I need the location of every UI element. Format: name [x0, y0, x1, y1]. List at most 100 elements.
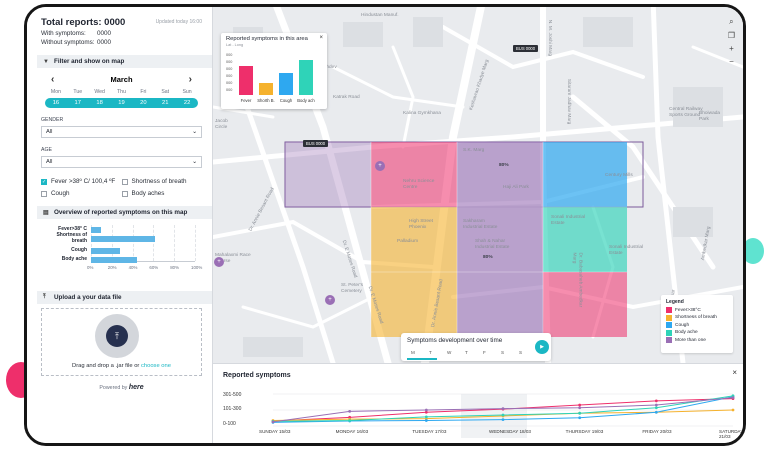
date-cell[interactable]: 20	[132, 100, 154, 106]
legend-item: Fever>38°C	[666, 307, 728, 313]
layers-icon[interactable]: ❐	[728, 31, 735, 40]
data-point[interactable]	[271, 420, 275, 424]
data-point[interactable]	[654, 399, 658, 403]
upload-section-header: ⤒ Upload a your data file	[37, 291, 212, 304]
file-dropzone[interactable]: ⤒ Drag and drop a .jar file or choose on…	[41, 308, 202, 376]
data-point[interactable]	[654, 406, 658, 410]
place-label: Central Railway Sports Ground	[669, 107, 703, 118]
play-icon[interactable]: ▶	[535, 340, 549, 354]
map-view[interactable]: S.K. Marg Dr. E Moses Road Dr. E Moses R…	[213, 7, 743, 363]
without-symptoms-row: Without symptoms: 0000	[41, 39, 202, 46]
powered-by: Powered by here	[41, 384, 202, 391]
checkbox-icon	[121, 179, 128, 185]
data-point[interactable]	[501, 413, 505, 417]
data-point[interactable]	[501, 407, 505, 411]
symptom-checkbox-body-aches[interactable]: Body aches	[121, 190, 203, 197]
symptom-checkbox-shortness[interactable]: Shortness of breath	[121, 178, 203, 185]
bus-stop-badge[interactable]: BUS 0000	[513, 45, 539, 52]
development-title: Symptoms development over time	[407, 337, 503, 344]
legend-swatch	[666, 314, 672, 321]
map-marker-icon[interactable]: +	[325, 295, 335, 305]
data-point[interactable]	[654, 410, 658, 414]
street-label: N. M. Joshi Marg	[546, 19, 552, 57]
upload-arrow-icon: ⤒	[106, 325, 128, 347]
place-label: Sonali Industrial Estate	[609, 245, 644, 256]
data-point[interactable]	[578, 403, 582, 407]
close-icon[interactable]: ×	[319, 35, 323, 41]
data-point[interactable]	[731, 408, 735, 412]
symptom-checkbox-fever[interactable]: ✓ Fever >38º C/ 100,4 ºF	[41, 178, 122, 185]
age-select[interactable]: All ⌄	[41, 156, 202, 168]
gender-select[interactable]: All ⌄	[41, 126, 202, 138]
zoom-in-icon[interactable]: +	[729, 44, 734, 53]
gender-value: All	[46, 129, 53, 135]
data-point[interactable]	[578, 411, 582, 415]
prev-month-icon[interactable]: ‹	[51, 74, 54, 85]
here-logo: here	[128, 384, 144, 391]
timeline-day[interactable]: W	[447, 350, 451, 355]
symptom-checkbox-cough[interactable]: Cough	[41, 190, 122, 197]
street-label: Sitaram Jadhav Marg	[565, 78, 571, 125]
area-symptoms-popup: Reported symptoms in this area Lat - Lon…	[221, 33, 327, 109]
data-point[interactable]	[731, 396, 735, 400]
dropzone-text: Drag and drop a .jar file or choose one	[42, 363, 201, 369]
popup-ytick: 000	[226, 67, 233, 71]
x-tick-label: 40%	[128, 265, 138, 270]
legend-title: Legend	[666, 299, 684, 305]
data-point[interactable]	[348, 419, 352, 422]
popup-bar-label: Cough	[279, 98, 293, 103]
checkbox-checked-icon: ✓	[41, 179, 47, 185]
legend-item: Body ache	[666, 329, 728, 336]
popup-ytick: 000	[226, 74, 233, 78]
date-cell[interactable]: 18	[89, 100, 111, 106]
chart-icon: ▤	[43, 210, 49, 216]
upload-circle[interactable]: ⤒	[95, 314, 139, 358]
legend-swatch	[666, 307, 672, 313]
date-cell[interactable]: 17	[67, 100, 89, 106]
data-point[interactable]	[424, 419, 428, 422]
date-cell[interactable]: 19	[111, 100, 133, 106]
x-tick-label: WEDNESDAY 18/03	[489, 429, 531, 434]
x-tick-label: THURSDAY 19/03	[565, 429, 604, 434]
date-cell[interactable]: 21	[154, 100, 176, 106]
data-point[interactable]	[424, 415, 428, 419]
symptoms-development-panel: Symptoms development over time M T W T F…	[401, 333, 551, 361]
search-icon[interactable]: ⌕	[729, 17, 733, 27]
data-point[interactable]	[501, 418, 505, 421]
timeline-day[interactable]: F	[483, 350, 486, 355]
data-point[interactable]	[578, 416, 582, 420]
date-cell[interactable]: 16	[45, 100, 67, 106]
category-label: Body ache	[61, 256, 87, 262]
timeline-day[interactable]: S	[519, 350, 522, 355]
popup-bar-label: Fever	[240, 98, 252, 103]
data-point[interactable]	[424, 408, 428, 412]
device-frame: Total reports: 0000 Updated today 16:00 …	[24, 4, 746, 446]
popup-ytick: 000	[226, 53, 233, 57]
popup-ytick: 000	[226, 88, 233, 92]
without-symptoms-value: 0000	[97, 39, 112, 46]
data-point[interactable]	[348, 409, 352, 413]
timeline-day[interactable]: S	[501, 350, 504, 355]
next-month-icon[interactable]: ›	[189, 74, 192, 85]
grid-line	[174, 225, 176, 261]
date-cell[interactable]: 22	[176, 100, 198, 106]
data-point[interactable]	[578, 406, 582, 410]
data-point[interactable]	[654, 403, 658, 407]
choose-file-link[interactable]: choose one	[141, 363, 171, 369]
filter-icon: ▼	[43, 58, 49, 65]
popup-ytick: 000	[226, 81, 233, 85]
place-label: St. Peter's Cemetery	[341, 283, 363, 294]
map-marker-icon[interactable]: +	[214, 257, 224, 267]
timeline-day[interactable]: M	[411, 350, 415, 355]
timeline-day[interactable]: T	[429, 350, 432, 355]
timeline-day[interactable]: T	[465, 350, 468, 355]
selected-date-range[interactable]: 16 17 18 19 20 21 22	[45, 98, 198, 108]
legend-item: Cough	[666, 322, 728, 329]
popup-bar	[279, 72, 293, 95]
bus-stop-badge[interactable]: BUS 0000	[303, 140, 329, 147]
filter-section-header[interactable]: ▼ Filter and show on map	[37, 55, 212, 68]
zoom-out-icon[interactable]: −	[729, 57, 734, 66]
map-marker-icon[interactable]: +	[375, 161, 385, 171]
symptom-label: Cough	[51, 190, 70, 197]
place-label: Sonali Industrial Estate	[551, 215, 586, 226]
